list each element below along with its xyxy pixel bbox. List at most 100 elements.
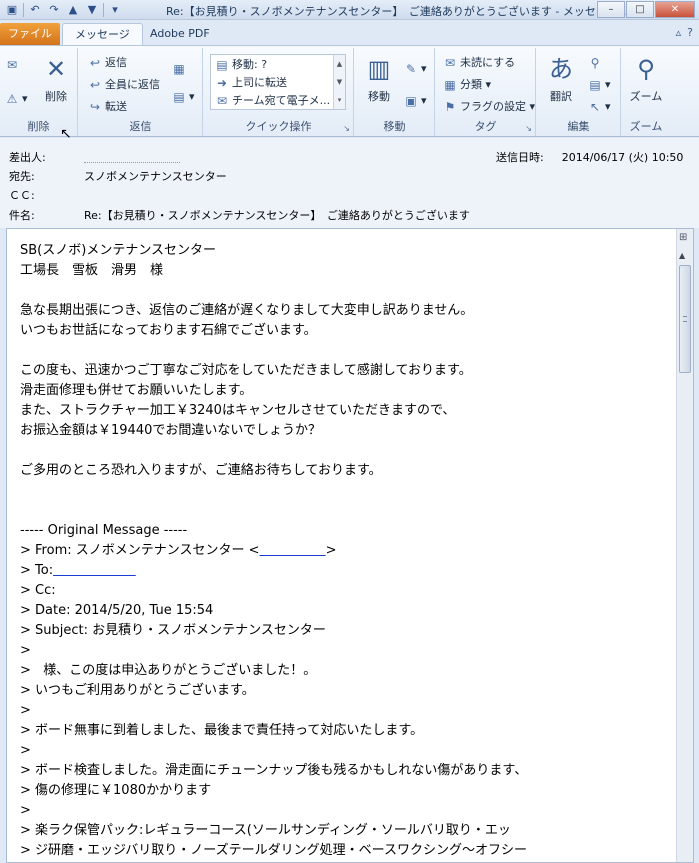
delete-x-icon: ✕	[45, 55, 67, 83]
sent-row: 送信日時: 2014/06/17 (火) 10:50	[496, 149, 683, 165]
quick-step-move-label: 移動: ?	[232, 58, 268, 71]
sent-label: 送信日時:	[496, 151, 544, 164]
message-body[interactable]: SB(スノボ)メンテナンスセンター 工場長 雪板 滑男 様急な長期出張につき、返信…	[6, 228, 694, 863]
scrollbar-thumb[interactable]	[679, 265, 691, 373]
group-move: ▥ 移動 ✎ ▾ ▣ ▾ 移動	[355, 48, 435, 136]
minimize-button[interactable]: –	[597, 1, 625, 18]
vertical-scrollbar[interactable]: ⊞ ▲	[676, 229, 693, 862]
quick-step-forward-boss[interactable]: ➜ 上司に転送	[214, 74, 287, 92]
from-value-redacted[interactable]	[84, 154, 180, 163]
meeting-reply-button[interactable]: ▦	[171, 60, 189, 78]
body-line: お振込金額は￥19440でお間違いないでしょうか？	[20, 423, 321, 438]
forward-button[interactable]: ↪ 転送	[87, 98, 127, 116]
down-arrow-icon[interactable]: ▼	[84, 2, 100, 18]
junk-button[interactable]: ⚠ ▾	[4, 90, 28, 108]
ribbon: ✉ ⚠ ▾ ✕ 削除 削除 ↩ 返信 ↩ 全員に返信 ↪ 転送 ▦ ▤ ▾ 返信 ▤ 移動:…	[0, 45, 699, 137]
actions-button[interactable]: ▣ ▾	[403, 92, 426, 110]
follow-up-button[interactable]: ⚑ フラグの設定 ▾	[442, 98, 535, 116]
help-icon[interactable]: ?	[687, 26, 693, 39]
reply-all-label: 全員に返信	[105, 78, 160, 91]
related-icon: ▤	[589, 78, 601, 92]
title-bar: ▣ ↶ ↷ ▲ ▼ ▾ Re:【お見積り・スノボメンテナンスセンター】 ご連絡あ…	[0, 0, 699, 20]
body-line: > To:	[20, 561, 668, 581]
reply-all-button[interactable]: ↩ 全員に返信	[87, 76, 160, 94]
body-line: > 様、この度は申込ありがとうございました！。	[20, 663, 317, 678]
related-button[interactable]: ▤ ▾	[587, 76, 610, 94]
minimize-ribbon-icon[interactable]: ▵	[676, 26, 682, 39]
categorize-button[interactable]: ▦ 分類 ▾	[442, 76, 491, 94]
subject-label: 件名:	[9, 209, 35, 222]
tab-message[interactable]: メッセージ	[62, 23, 143, 45]
quick-step-team-email[interactable]: ✉ チーム宛て電子メ...	[214, 92, 330, 110]
rules-button[interactable]: ✎ ▾	[403, 60, 427, 78]
body-line: > From: スノボメンテナンスセンター < >	[20, 543, 337, 558]
to-value[interactable]: スノボメンテナンスセンター	[84, 170, 227, 183]
from-label: 差出人:	[9, 151, 46, 164]
envelope-icon: ✉	[444, 56, 456, 70]
customize-icon[interactable]: ▾	[107, 2, 123, 18]
body-line: 滑走面修理も併せてお願いいたします。	[20, 383, 253, 398]
team-mail-icon: ✉	[216, 94, 228, 108]
group-tags: ✉ 未読にする ▦ 分類 ▾ ⚑ フラグの設定 ▾ タグ ↘	[436, 48, 536, 136]
scroll-up-arrow-icon[interactable]: ▲	[679, 251, 685, 260]
ignore-button[interactable]: ✉	[4, 56, 22, 74]
scrollbar-grip	[683, 316, 687, 322]
reply-button[interactable]: ↩ 返信	[87, 54, 127, 72]
ruler-icon[interactable]: ⊞	[679, 232, 687, 243]
window-controls: – □ ✕	[597, 1, 695, 18]
window-title: Re:【お見積り・スノボメンテナンスセンター】 ご連絡ありがとうございます - …	[166, 5, 629, 18]
quick-access-toolbar: ▣ ↶ ↷ ▲ ▼ ▾	[4, 2, 123, 18]
up-arrow-icon[interactable]: ▲	[65, 2, 81, 18]
group-label-zoom: ズーム	[629, 120, 663, 133]
group-label-move: 移動	[383, 120, 406, 133]
quick-steps-launcher-icon[interactable]: ↘	[343, 124, 350, 133]
tags-launcher-icon[interactable]: ↘	[525, 124, 532, 133]
close-button[interactable]: ✕	[655, 1, 695, 18]
more-reply-button[interactable]: ▤ ▾	[171, 88, 194, 106]
subject-value: Re:【お見積り・スノボメンテナンスセンター】 ご連絡ありがとうございます	[84, 209, 470, 222]
rules-icon: ✎	[405, 62, 417, 76]
translate-icon: あ	[549, 55, 573, 83]
actions-icon: ▣	[405, 94, 417, 108]
message-body-text: SB(スノボ)メンテナンスセンター 工場長 雪板 滑男 様急な長期出張につき、返信…	[20, 241, 668, 861]
redo-icon[interactable]: ↷	[46, 2, 62, 18]
body-line: > ボード検査しました。滑走面にチューンナップ後も残るかもしれない傷があります、	[20, 763, 528, 778]
forward-label: 転送	[105, 100, 127, 113]
ribbon-tabs: ファイル メッセージ Adobe PDF ▵ ?	[0, 20, 699, 45]
move-button[interactable]: ▥ 移動	[359, 52, 399, 110]
cc-label: ＣＣ:	[9, 189, 35, 202]
tab-adobe-pdf[interactable]: Adobe PDF	[138, 23, 222, 45]
forward-icon: ↪	[89, 100, 101, 114]
quick-step-forward-label: 上司に転送	[232, 76, 287, 89]
categorize-label: 分類	[460, 78, 482, 91]
group-label-tags: タグ	[474, 120, 497, 133]
move-button-label: 移動	[368, 90, 390, 103]
select-button[interactable]: ↖ ▾	[587, 98, 611, 116]
sent-value: 2014/06/17 (火) 10:50	[561, 151, 684, 164]
quick-steps-scroll[interactable]: ▲ ▼ ▾	[333, 55, 345, 109]
zoom-button[interactable]: ⚲ ズーム	[626, 52, 666, 110]
delete-button[interactable]: ✕ 削除	[36, 52, 76, 110]
body-line: ご多用のところ恐れ入りますが、ご連絡お待ちしております。	[20, 463, 382, 478]
tab-file[interactable]: ファイル	[0, 23, 60, 45]
body-line	[20, 341, 668, 361]
group-edit: あ 翻訳 ⚲ ▤ ▾ ↖ ▾ 編集	[537, 48, 621, 136]
folder-icon: ▤	[216, 58, 228, 72]
follow-up-label: フラグの設定	[460, 100, 526, 113]
meeting-icon: ▦	[173, 62, 185, 76]
undo-icon[interactable]: ↶	[27, 2, 43, 18]
cc-row: ＣＣ:	[9, 187, 84, 203]
mark-unread-button[interactable]: ✉ 未読にする	[442, 54, 515, 72]
translate-button[interactable]: あ 翻訳	[541, 52, 581, 110]
quick-step-move[interactable]: ▤ 移動: ?	[214, 56, 267, 74]
save-icon[interactable]: ▣	[4, 2, 20, 18]
group-label-quick: クイック操作	[245, 120, 312, 133]
find-button[interactable]: ⚲	[587, 54, 605, 72]
body-line	[20, 441, 668, 461]
to-row: 宛先: スノボメンテナンスセンター	[9, 168, 227, 184]
body-line: いつもお世話になっております石綿でございます。	[20, 323, 317, 338]
to-email-link[interactable]	[53, 563, 136, 578]
from-email-link[interactable]	[260, 543, 326, 558]
group-quick-steps: ▤ 移動: ? ➜ 上司に転送 ✉ チーム宛て電子メ... ▲ ▼ ▾ クイック操作 ↘	[204, 48, 354, 136]
maximize-button[interactable]: □	[626, 1, 654, 18]
